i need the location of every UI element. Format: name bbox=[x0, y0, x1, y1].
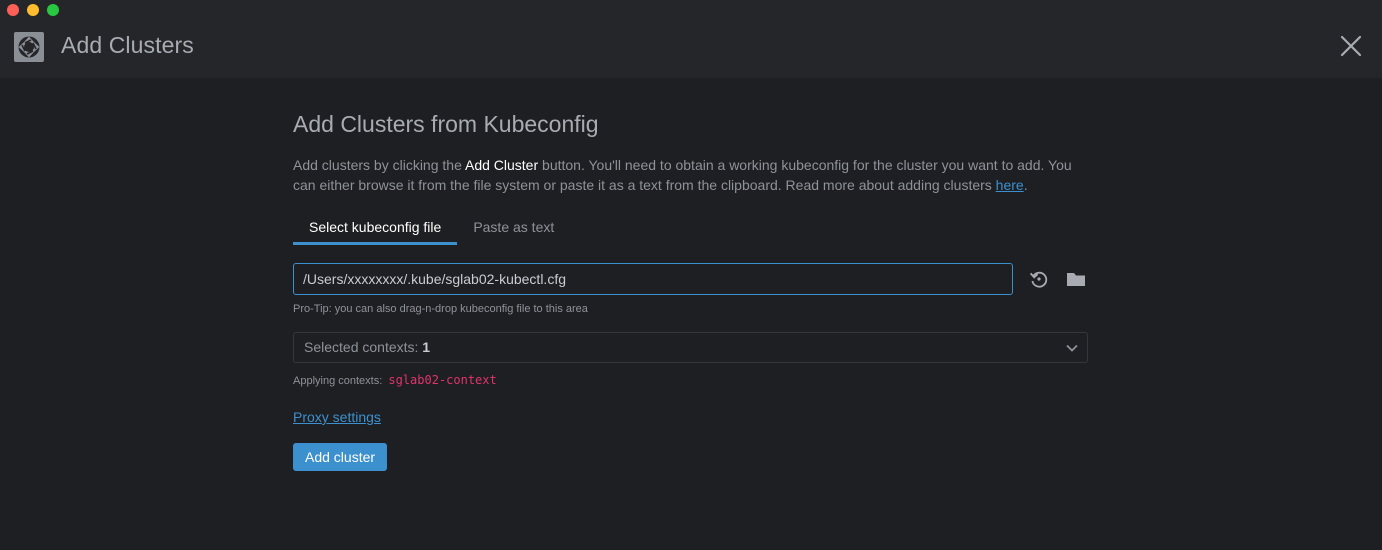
window-minimize-dot[interactable] bbox=[27, 4, 39, 16]
add-clusters-panel: Add Clusters from Kubeconfig Add cluster… bbox=[293, 110, 1088, 471]
chevron-down-icon bbox=[1066, 344, 1078, 352]
folder-icon[interactable] bbox=[1065, 268, 1087, 290]
lens-aperture-icon bbox=[14, 32, 44, 62]
source-tabs: Select kubeconfig file Paste as text bbox=[293, 218, 1088, 245]
window-maximize-dot[interactable] bbox=[47, 4, 59, 16]
title-bar: Add Clusters bbox=[0, 0, 1382, 78]
window-title: Add Clusters bbox=[61, 32, 194, 58]
window-controls bbox=[7, 4, 59, 16]
here-link[interactable]: here bbox=[996, 177, 1024, 193]
description-text-1: Add clusters by clicking the bbox=[293, 157, 465, 173]
applying-contexts-label: Applying contexts: bbox=[293, 375, 383, 387]
selected-contexts-label: Selected contexts: bbox=[304, 339, 423, 355]
selected-contexts-select[interactable]: Selected contexts: 1 bbox=[293, 332, 1088, 363]
kubeconfig-file-row bbox=[293, 263, 1088, 295]
close-icon[interactable] bbox=[1340, 35, 1362, 57]
pro-tip: Pro-Tip: you can also drag-n-drop kubeco… bbox=[293, 303, 588, 315]
proxy-settings-link[interactable]: Proxy settings bbox=[293, 409, 381, 425]
description-strong: Add Cluster bbox=[464, 157, 539, 173]
tab-paste-as-text[interactable]: Paste as text bbox=[457, 218, 570, 245]
page-title: Add Clusters from Kubeconfig bbox=[293, 111, 599, 137]
window-close-dot[interactable] bbox=[7, 4, 19, 16]
tab-select-kubeconfig-file[interactable]: Select kubeconfig file bbox=[293, 218, 458, 245]
kubeconfig-path-input[interactable] bbox=[293, 263, 1013, 295]
applying-contexts: Applying contexts: sglab02-context bbox=[293, 373, 1088, 388]
description-text-3: . bbox=[1023, 177, 1028, 193]
reload-icon[interactable] bbox=[1028, 268, 1050, 290]
applying-context-value: sglab02-context bbox=[388, 373, 497, 387]
selected-contexts-count: 1 bbox=[422, 339, 431, 355]
page-description: Add clusters by clicking the Add Cluster… bbox=[293, 155, 1088, 195]
add-cluster-button[interactable]: Add cluster bbox=[293, 443, 388, 471]
